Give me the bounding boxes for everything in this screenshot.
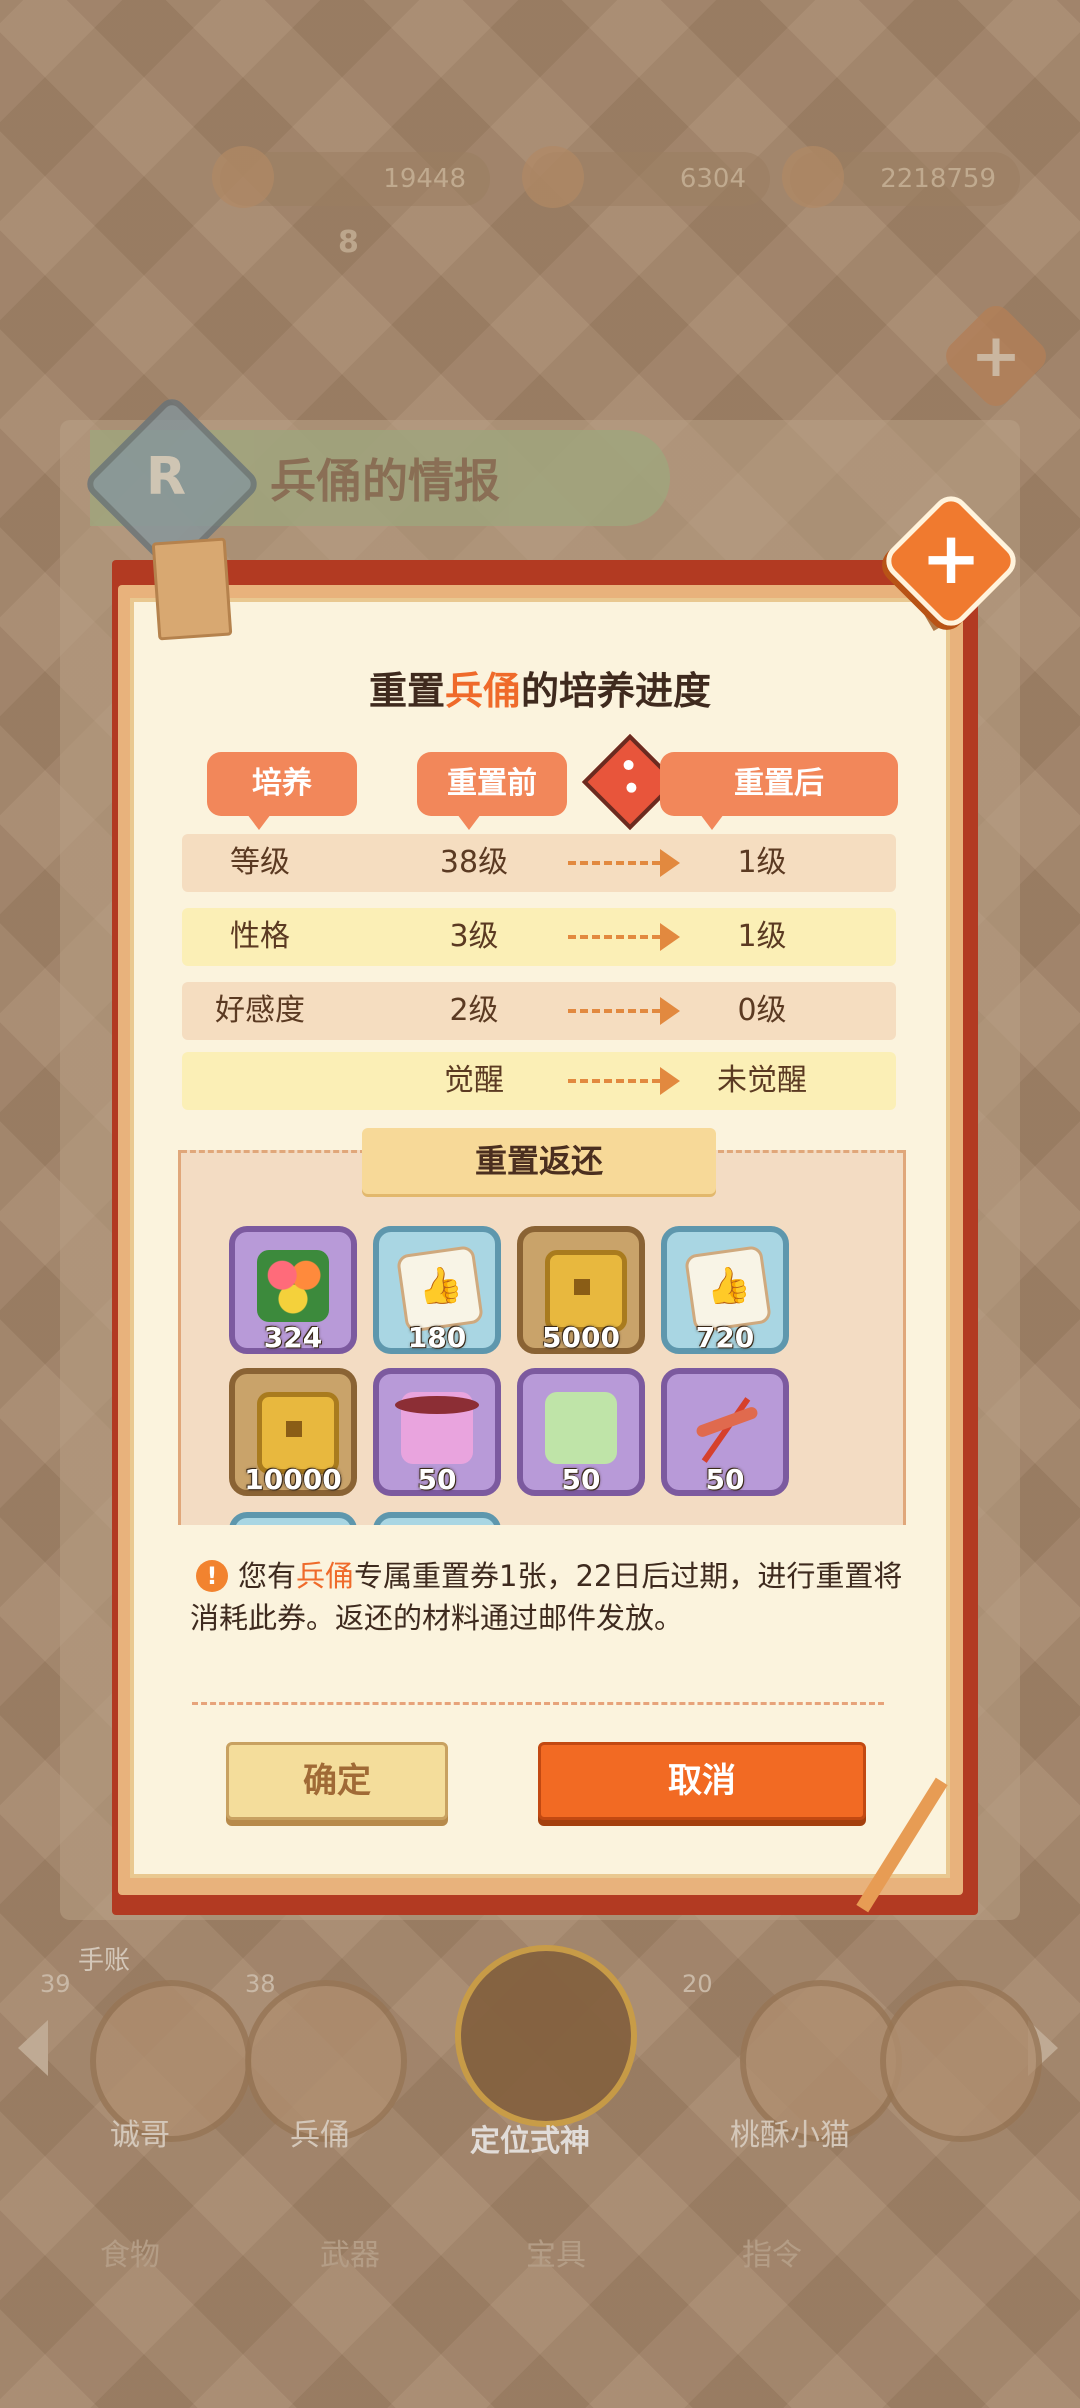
row-after: 未觉醒 (717, 1063, 807, 1098)
tape-decoration (151, 537, 233, 641)
reward-item[interactable]: 5000 (517, 1226, 645, 1354)
confirm-button[interactable]: 确定 (226, 1742, 448, 1820)
reward-item[interactable]: 324 (229, 1226, 357, 1354)
rewards-title: 重置返还 (362, 1128, 716, 1194)
row-before: 3级 (449, 919, 499, 954)
header-cultivate: 培养 (207, 752, 357, 830)
reward-item-partial[interactable] (373, 1512, 501, 1525)
row-before: 觉醒 (444, 1063, 504, 1098)
like-card-icon (395, 1244, 485, 1334)
reward-item[interactable]: 180 (373, 1226, 501, 1354)
arrow-icon (568, 923, 680, 951)
green-bug-icon (545, 1392, 617, 1464)
pink-bug-icon (395, 1392, 479, 1464)
rewards-box: 324 180 5000 720 10000 50 50 50 (178, 1150, 906, 1525)
title-suffix: 的培养进度 (521, 669, 712, 713)
coin-icon (545, 1250, 627, 1332)
notice-prefix: 您有 (238, 1559, 297, 1593)
reward-item-partial[interactable] (229, 1512, 357, 1525)
reset-row-affection: 好感度 2级 0级 (182, 982, 896, 1040)
reward-item[interactable]: 10000 (229, 1368, 357, 1496)
reward-item[interactable]: 50 (373, 1368, 501, 1496)
row-before: 38级 (439, 845, 509, 880)
divider (192, 1702, 884, 1705)
reward-qty: 50 (705, 1463, 745, 1496)
header-before: 重置前 (417, 752, 567, 830)
reward-qty: 180 (407, 1321, 467, 1354)
row-before: 2级 (449, 993, 499, 1028)
reward-item[interactable]: 720 (661, 1226, 789, 1354)
reset-row-level: 等级 38级 1级 (182, 834, 896, 892)
cancel-button[interactable]: 取消 (538, 1742, 866, 1820)
reward-qty: 720 (695, 1321, 755, 1354)
header-after: 重置后 (660, 752, 898, 830)
row-after: 1级 (737, 919, 787, 954)
close-icon: + (920, 516, 982, 600)
row-key: 等级 (230, 845, 290, 880)
reset-row-awaken: 觉醒 未觉醒 (182, 1052, 896, 1110)
dialog-title: 重置兵俑的培养进度 (130, 660, 950, 715)
reward-qty: 5000 (542, 1321, 620, 1354)
reward-qty: 50 (417, 1463, 457, 1496)
reset-row-personality: 性格 3级 1级 (182, 908, 896, 966)
row-after: 0级 (737, 993, 787, 1028)
reward-qty: 10000 (244, 1463, 342, 1496)
reward-item[interactable]: 50 (661, 1368, 789, 1496)
row-after: 1级 (737, 845, 787, 880)
row-key: 性格 (230, 919, 290, 954)
row-key: 好感度 (215, 993, 305, 1028)
arrow-icon (568, 849, 680, 877)
notice-text: 您有兵俑专属重置券1张，22日后过期，进行重置将消耗此券。返还的材料通过邮件发放… (190, 1555, 910, 1639)
flower-bouquet-icon (257, 1250, 329, 1322)
warning-icon: ! (196, 1560, 228, 1592)
arrow-icon (568, 997, 680, 1025)
reward-qty: 50 (561, 1463, 601, 1496)
reward-qty: 324 (263, 1321, 323, 1354)
dragonfly-icon (689, 1392, 761, 1464)
coin-icon (257, 1392, 339, 1474)
title-prefix: 重置 (368, 669, 445, 713)
reward-item[interactable]: 50 (517, 1368, 645, 1496)
notice-highlight: 兵俑 (296, 1559, 355, 1593)
like-card-icon (683, 1244, 773, 1334)
title-highlight: 兵俑 (444, 669, 521, 713)
arrow-icon (568, 1067, 680, 1095)
